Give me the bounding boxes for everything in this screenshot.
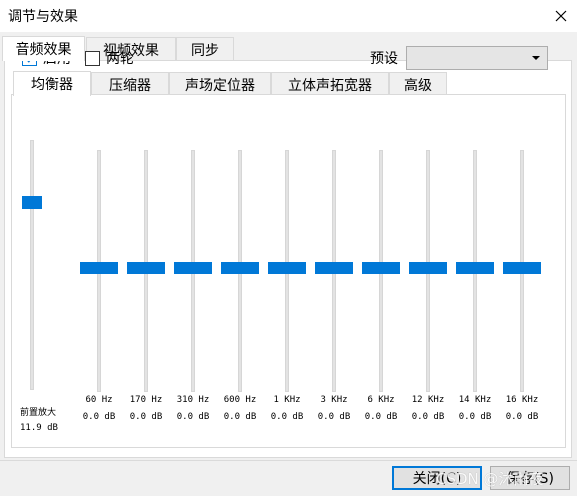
band-gain-value: 0.0 dB (270, 412, 304, 422)
watermark-text: CSDN @沐雨夜 (436, 470, 544, 488)
band-slider-thumb[interactable] (80, 262, 118, 274)
band-gain-value: 0.0 dB (317, 412, 351, 422)
band-gain-value: 0.0 dB (176, 412, 210, 422)
band-slider-thumb[interactable] (456, 262, 494, 274)
band-frequency-label: 60 Hz (85, 395, 113, 405)
preamp-value: 11.9 dB (20, 423, 58, 433)
band-frequency-label: 1 KHz (273, 395, 301, 405)
preamp-slider-track[interactable] (30, 140, 34, 390)
tab-equalizer-label: 均衡器 (31, 77, 73, 93)
band-frequency-label: 14 KHz (458, 395, 492, 405)
band-gain-value: 0.0 dB (411, 412, 445, 422)
band-slider-thumb[interactable] (315, 262, 353, 274)
tab-audio-effects-label: 音频效果 (15, 42, 72, 58)
close-icon (555, 10, 567, 22)
two-pass-checkbox[interactable]: 两轮 (85, 48, 134, 68)
preset-dropdown[interactable] (406, 46, 548, 70)
band-frequency-label: 16 KHz (505, 395, 539, 405)
band-gain-value: 0.0 dB (129, 412, 163, 422)
band-gain-value: 0.0 dB (364, 412, 398, 422)
two-pass-label: 两轮 (106, 51, 134, 67)
tab-audio-effects[interactable]: 音频效果 (2, 36, 85, 61)
tab-stereo-widener-label: 立体声拓宽器 (288, 77, 372, 94)
tab-spatializer[interactable]: 声场定位器 (169, 72, 271, 96)
band-slider-thumb[interactable] (409, 262, 447, 274)
tab-advanced[interactable]: 高级 (389, 72, 447, 96)
band-frequency-label: 600 Hz (223, 395, 257, 405)
window-title: 调节与效果 (8, 9, 78, 25)
band-slider-thumb[interactable] (174, 262, 212, 274)
band-frequency-label: 310 Hz (176, 395, 210, 405)
band-frequency-label: 6 KHz (367, 395, 395, 405)
tab-sync-label: 同步 (191, 42, 219, 59)
band-gain-value: 0.0 dB (223, 412, 257, 422)
footer-divider (0, 460, 577, 461)
band-slider-thumb[interactable] (503, 262, 541, 274)
title-bar: 调节与效果 (0, 0, 577, 32)
band-slider-thumb[interactable] (362, 262, 400, 274)
tab-advanced-label: 高级 (404, 77, 432, 94)
band-gain-value: 0.0 dB (505, 412, 539, 422)
band-gain-value: 0.0 dB (82, 412, 116, 422)
two-pass-checkbox-box[interactable] (85, 50, 100, 66)
band-slider-thumb[interactable] (221, 262, 259, 274)
tab-compressor[interactable]: 压缩器 (91, 72, 169, 96)
band-slider-thumb[interactable] (127, 262, 165, 274)
tab-spatializer-label: 声场定位器 (185, 77, 255, 94)
tab-equalizer[interactable]: 均衡器 (13, 71, 91, 96)
close-window-button[interactable] (545, 0, 577, 32)
preamp-label: 前置放大 (20, 408, 57, 418)
band-frequency-label: 170 Hz (129, 395, 163, 405)
band-frequency-label: 3 KHz (320, 395, 348, 405)
chevron-down-icon (532, 56, 540, 60)
band-slider-thumb[interactable] (268, 262, 306, 274)
tab-sync[interactable]: 同步 (176, 37, 234, 61)
preamp-slider-thumb[interactable] (22, 196, 42, 209)
tab-compressor-label: 压缩器 (109, 77, 151, 94)
tab-stereo-widener[interactable]: 立体声拓宽器 (271, 72, 389, 96)
band-gain-value: 0.0 dB (458, 412, 492, 422)
band-frequency-label: 12 KHz (411, 395, 445, 405)
preset-label: 预设 (370, 51, 398, 67)
